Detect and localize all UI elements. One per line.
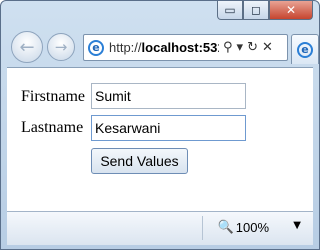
status-divider xyxy=(202,216,203,240)
back-button[interactable]: ← xyxy=(11,31,43,63)
minimize-button[interactable]: ▭ xyxy=(217,1,243,20)
navigation-bar: ← → e http://localhost:531 ⚲ ▾ ↻ ✕ e xyxy=(7,25,319,69)
address-tools: ⚲ ▾ ↻ ✕ xyxy=(223,40,273,55)
maximize-button[interactable]: ◻ xyxy=(243,1,269,20)
zoom-icon: 🔍 xyxy=(217,220,234,235)
stop-icon[interactable]: ✕ xyxy=(262,40,273,55)
send-values-button[interactable]: Send Values xyxy=(91,148,188,174)
chevron-down-icon[interactable]: ▾ xyxy=(237,40,244,55)
ie-page-icon: e xyxy=(88,39,104,56)
url-prefix: http:// xyxy=(109,40,142,55)
refresh-icon[interactable]: ↻ xyxy=(247,40,258,55)
forward-button[interactable]: → xyxy=(47,33,75,61)
browser-tab[interactable]: e xyxy=(291,34,319,64)
firstname-input[interactable]: Sumit xyxy=(91,83,246,109)
firstname-label: Firstname xyxy=(21,88,85,105)
lastname-label: Lastname xyxy=(21,119,84,136)
search-icon[interactable]: ⚲ xyxy=(223,40,233,55)
page-content: Firstname Sumit Lastname Kesarwani Send … xyxy=(7,67,313,211)
zoom-dropdown-icon[interactable]: ▼ xyxy=(293,220,301,231)
url-host: localhost:531 xyxy=(141,40,219,55)
lastname-input[interactable]: Kesarwani xyxy=(91,115,246,141)
window-caption-buttons: ▭ ◻ ✕ xyxy=(217,1,313,23)
status-bar: 🔍 100% ▼ xyxy=(7,211,313,245)
zoom-level: 100% xyxy=(235,220,269,235)
browser-window: ▭ ◻ ✕ ← → e http://localhost:531 ⚲ ▾ ↻ ✕… xyxy=(0,0,320,250)
url-text[interactable]: http://localhost:531 xyxy=(109,40,219,55)
close-window-button[interactable]: ✕ xyxy=(269,1,313,20)
zoom-control[interactable]: 🔍 100% xyxy=(218,220,269,235)
address-bar[interactable]: e http://localhost:531 ⚲ ▾ ↻ ✕ xyxy=(83,34,288,61)
ie-tab-icon: e xyxy=(297,41,313,58)
